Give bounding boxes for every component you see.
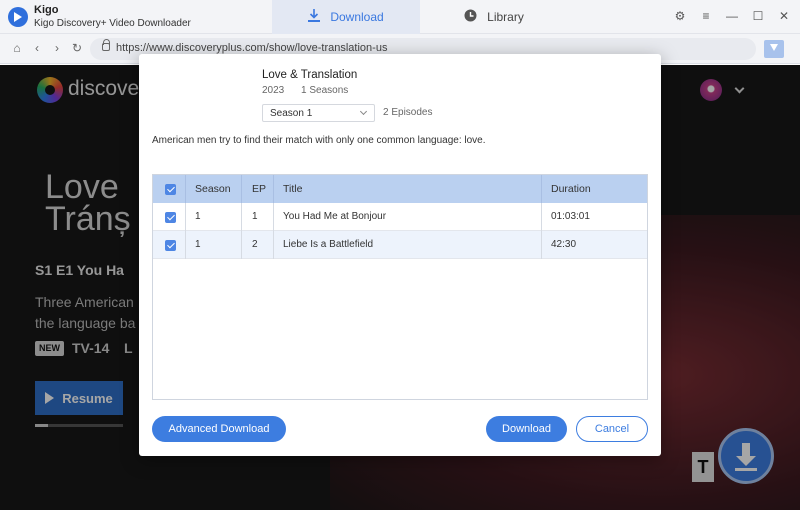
url-text: https://www.discoveryplus.com/show/love-… [116, 42, 388, 54]
dialog-year: 2023 [262, 85, 285, 96]
table-row[interactable]: 1 2 Liebe Is a Battlefield 42:30 [153, 231, 647, 259]
tab-library[interactable]: Library [420, 0, 568, 34]
title-bar: Kigo Kigo Discovery+ Video Downloader Do… [0, 0, 800, 34]
dialog-seasons-count: 1 Seasons [301, 85, 349, 96]
cell-title: You Had Me at Bonjour [283, 211, 387, 222]
tab-download[interactable]: Download [272, 0, 420, 34]
app-name: Kigo [34, 4, 59, 16]
tab-library-label: Library [487, 10, 524, 24]
table-row[interactable]: 1 1 You Had Me at Bonjour 01:03:01 [153, 203, 647, 231]
settings-icon[interactable]: ⚙ [674, 9, 686, 23]
clock-icon [464, 9, 477, 25]
download-dialog: Love & Translation 2023 1 Seasons Season… [139, 54, 661, 456]
cancel-button[interactable]: Cancel [576, 416, 648, 442]
episodes-count: 2 Episodes [383, 107, 433, 118]
maximize-icon[interactable]: ☐ [752, 9, 764, 23]
dialog-show-title: Love & Translation [262, 69, 358, 81]
row-checkbox[interactable] [165, 212, 176, 223]
home-icon[interactable]: ⌂ [10, 41, 24, 55]
column-header-title[interactable]: Title [283, 175, 302, 203]
season-select-value: Season 1 [270, 108, 313, 119]
minimize-icon[interactable]: — [726, 9, 738, 23]
extension-download-icon[interactable] [764, 40, 784, 58]
download-button[interactable]: Download [486, 416, 567, 442]
cell-duration: 42:30 [551, 239, 577, 250]
forward-icon[interactable]: › [50, 41, 64, 55]
cell-duration: 01:03:01 [551, 211, 590, 222]
app-subtitle: Kigo Discovery+ Video Downloader [34, 18, 191, 29]
season-select[interactable]: Season 1 [262, 104, 375, 122]
download-icon [308, 9, 321, 25]
menu-icon[interactable]: ≡ [700, 9, 712, 23]
window-controls: ⚙ ≡ — ☐ ✕ [674, 9, 790, 23]
chevron-down-icon [359, 107, 368, 116]
table-header: Season EP Title Duration [153, 175, 647, 203]
cell-ep: 2 [252, 239, 258, 250]
close-icon[interactable]: ✕ [778, 9, 790, 23]
cell-season: 1 [195, 211, 201, 222]
select-all-checkbox[interactable] [165, 184, 176, 195]
column-header-ep[interactable]: EP [252, 175, 266, 203]
column-header-season[interactable]: Season [195, 175, 231, 203]
cell-season: 1 [195, 239, 201, 250]
cell-title: Liebe Is a Battlefield [283, 239, 374, 250]
dialog-description: American men try to find their match wit… [152, 135, 486, 146]
back-icon[interactable]: ‹ [30, 41, 44, 55]
advanced-download-button[interactable]: Advanced Download [152, 416, 286, 442]
cell-ep: 1 [252, 211, 258, 222]
app-logo-icon [8, 7, 28, 27]
column-header-duration[interactable]: Duration [551, 175, 591, 203]
reload-icon[interactable]: ↻ [70, 41, 84, 55]
lock-icon [102, 39, 110, 51]
row-checkbox[interactable] [165, 240, 176, 251]
tab-download-label: Download [330, 10, 384, 24]
episode-table: Season EP Title Duration 1 1 You Had Me … [152, 174, 648, 400]
